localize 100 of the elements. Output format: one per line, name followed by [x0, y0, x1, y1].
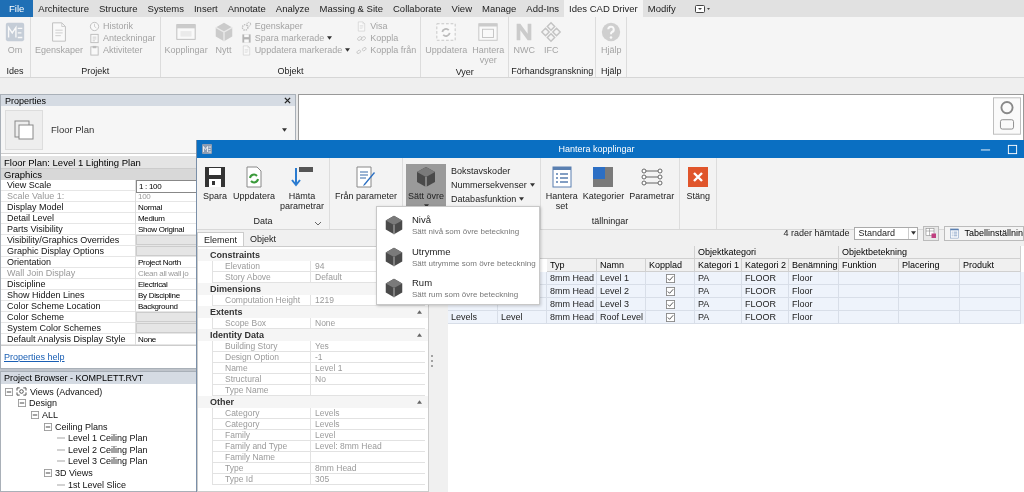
- file-tab[interactable]: File: [0, 0, 34, 17]
- table-cell: Roof Level: [597, 311, 646, 324]
- collapse-icon[interactable]: [417, 310, 422, 314]
- column-header[interactable]: Benämning: [789, 259, 839, 272]
- tree-item[interactable]: Level 2 Ceiling Plan: [68, 444, 148, 455]
- ribbon-button[interactable]: Databasfunktion: [449, 193, 537, 205]
- column-header[interactable]: Kopplad: [646, 259, 695, 272]
- logo-icon: [4, 21, 26, 43]
- ribbon-tab[interactable]: View: [446, 0, 477, 17]
- panel-title: Properties: [5, 95, 47, 106]
- property-label: Discipline: [1, 279, 136, 290]
- property-label: Type Id: [213, 474, 311, 484]
- property-value: Levels: [315, 408, 340, 418]
- column-header[interactable]: Produkt: [960, 259, 1021, 272]
- checkbox[interactable]: [665, 312, 675, 322]
- ribbon-button[interactable]: Nummersekvenser: [449, 179, 537, 191]
- tab[interactable]: Objekt: [244, 232, 283, 246]
- property-label: Category: [213, 408, 311, 418]
- property-value: Level: [315, 430, 336, 440]
- property-label: Story Above: [213, 272, 311, 282]
- tree-item[interactable]: 1st Level Slice: [68, 479, 127, 490]
- table-cell: Level: [498, 311, 547, 324]
- ribbon-tab[interactable]: Modify: [642, 0, 681, 17]
- type-selector[interactable]: Floor Plan: [1, 106, 295, 154]
- ribbon-tab[interactable]: Manage: [477, 0, 522, 17]
- list-icon: [549, 165, 574, 189]
- property-label: Color Scheme Location: [1, 301, 136, 312]
- tree-item[interactable]: Ceiling Plans: [55, 421, 108, 432]
- ribbon-tab[interactable]: Structure: [94, 0, 143, 17]
- views-icon: [16, 387, 27, 397]
- checkbox[interactable]: [665, 299, 675, 309]
- logo-icon: [201, 143, 213, 155]
- group-label: Objekt: [277, 65, 304, 76]
- tree-item[interactable]: ALL: [42, 410, 58, 420]
- property-label: Parts Visibility: [1, 224, 136, 235]
- column-header[interactable]: Typ: [547, 259, 597, 272]
- property-value: Show Original: [138, 225, 184, 234]
- collapse-icon[interactable]: [18, 399, 26, 408]
- window-icon: [175, 21, 198, 43]
- ribbon-tab[interactable]: Annotate: [222, 0, 271, 17]
- property-value: Medium: [138, 214, 165, 223]
- collapse-icon[interactable]: [44, 468, 52, 477]
- collapse-icon[interactable]: [417, 400, 422, 404]
- chevron-icon[interactable]: [314, 221, 323, 226]
- property-value: No: [315, 374, 326, 384]
- collapse-icon[interactable]: [31, 411, 39, 419]
- property-label: Design Option: [213, 352, 311, 362]
- ribbon-tab[interactable]: Systems: [142, 0, 189, 17]
- ribbon-tab[interactable]: Analyze: [270, 0, 315, 17]
- ribbon-button[interactable]: Bokstavskoder: [449, 165, 537, 177]
- menu-item-title: Rum: [412, 277, 434, 289]
- property-label: Family: [213, 430, 311, 440]
- ribbon-tab[interactable]: Add-Ins: [521, 0, 565, 17]
- tree-item[interactable]: Level 3 Ceiling Plan: [68, 456, 148, 467]
- property-value: 94: [315, 261, 325, 271]
- tree-item[interactable]: Level 1 Ceiling Plan: [68, 433, 148, 444]
- cube-icon: [383, 213, 405, 236]
- checkbox[interactable]: [665, 273, 675, 283]
- property-label: Display Model: [1, 202, 136, 213]
- ribbon-tab[interactable]: Massing & Site: [314, 0, 388, 17]
- tree-item[interactable]: 3D Views: [55, 467, 93, 478]
- ribbon-tab[interactable]: Architecture: [33, 0, 94, 17]
- column-header[interactable]: Kategori 2: [742, 259, 789, 272]
- checkbox[interactable]: [665, 286, 675, 296]
- tree-item[interactable]: Views (Advanced): [30, 386, 103, 397]
- column-header[interactable]: Funktion: [839, 259, 899, 272]
- property-label: Scope Box: [213, 318, 311, 328]
- tab[interactable]: Element: [197, 232, 245, 246]
- column-group-header: Objektkategori: [695, 246, 839, 259]
- property-label: Type: [213, 463, 311, 473]
- column-header[interactable]: Kategori 1: [695, 259, 742, 272]
- ribbon-button[interactable]: Kategorier: [580, 164, 627, 213]
- help-link[interactable]: Properties help: [4, 352, 65, 362]
- menu-item[interactable]: Utrymme Sätt utrymme som övre beteckning: [377, 240, 539, 273]
- ribbon-tab[interactable]: Insert: [189, 0, 223, 17]
- column-header[interactable]: Placering: [899, 259, 960, 272]
- table-cell: FLOOR: [742, 311, 789, 324]
- table-cell: Levels: [448, 311, 498, 324]
- ribbon-button[interactable]: Stäng: [683, 164, 714, 213]
- download-icon: [290, 165, 315, 189]
- window-title: Hantera kopplingar: [557, 144, 636, 154]
- category-header: Identity Data: [210, 330, 264, 340]
- table-icon: [925, 227, 938, 239]
- ribbon-button[interactable]: Parametrar: [627, 164, 677, 213]
- collapse-icon[interactable]: [44, 422, 52, 431]
- collapse-icon[interactable]: [417, 333, 422, 337]
- menu-item-title: Utrymme: [412, 245, 452, 257]
- table-row[interactable]: Levels Level 8mm Head Roof Level PA FLOOR Floor: [448, 311, 1024, 324]
- clipboard-icon: [89, 44, 101, 56]
- table-row[interactable]: 8mm Head Level 3 PA FLOOR Floor: [448, 298, 1024, 311]
- tree-item[interactable]: Design: [29, 398, 57, 409]
- cube-icon: [383, 245, 405, 268]
- close-icon: [686, 165, 711, 189]
- column-header[interactable]: Namn: [597, 259, 646, 272]
- property-value: By Discipline: [138, 291, 180, 300]
- collapse-icon[interactable]: [5, 387, 13, 396]
- ribbon-tab[interactable]: Collaborate: [388, 0, 447, 17]
- ribbon-tab[interactable]: Ides CAD Driver: [564, 0, 643, 17]
- ribbon-button[interactable]: Hantera set: [543, 164, 580, 213]
- property-value: Electrical: [138, 280, 168, 289]
